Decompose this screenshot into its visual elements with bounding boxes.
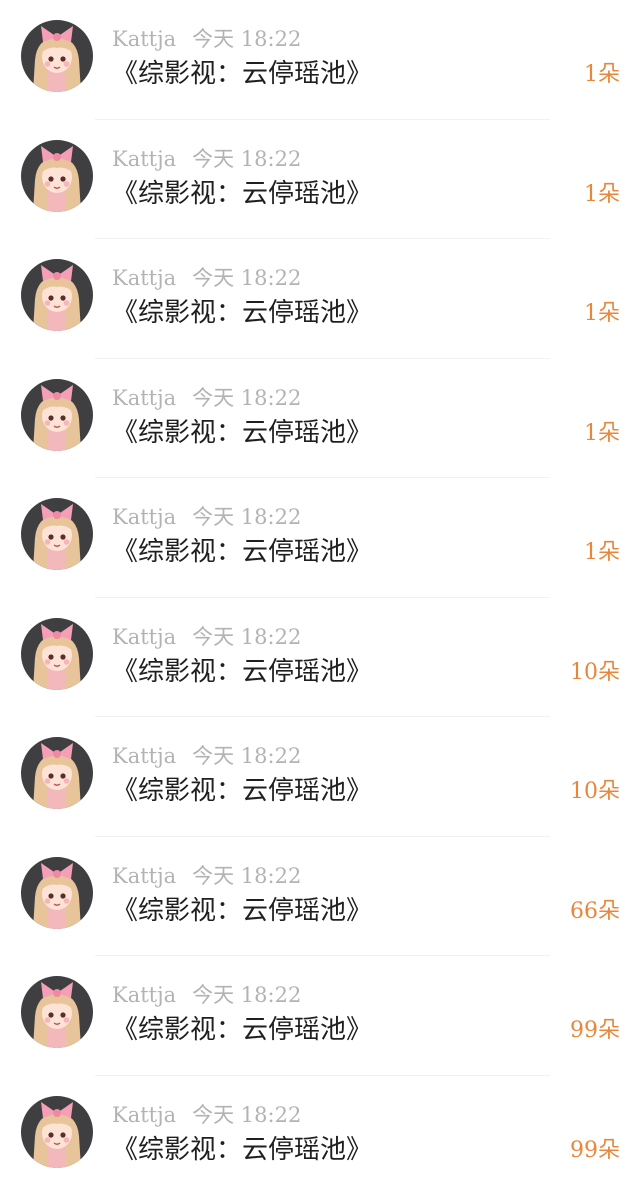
message-meta: Kattja 今天 18:22 [112,384,301,412]
list-item[interactable]: Kattja 今天 18:22 《综影视：云停瑶池》 99朵 [0,1076,640,1195]
message-meta: Kattja 今天 18:22 [112,145,301,173]
message-meta: Kattja 今天 18:22 [112,623,301,651]
timestamp: 今天 18:22 [192,505,301,529]
gift-amount: 1朵 [584,179,620,211]
book-title[interactable]: 《综影视：云停瑶池》 [112,892,372,930]
gift-amount: 99朵 [570,1135,620,1167]
username[interactable]: Kattja [112,266,176,290]
girl-with-pink-bow-avatar-icon [21,259,93,331]
gift-amount: 10朵 [570,776,620,808]
girl-with-pink-bow-avatar-icon [21,737,93,809]
message-meta: Kattja 今天 18:22 [112,503,301,531]
list-item[interactable]: Kattja 今天 18:22 《综影视：云停瑶池》 1朵 [0,120,640,240]
list-item[interactable]: Kattja 今天 18:22 《综影视：云停瑶池》 1朵 [0,359,640,479]
girl-with-pink-bow-avatar-icon [21,857,93,929]
gift-amount: 1朵 [584,537,620,569]
girl-with-pink-bow-avatar-icon [21,498,93,570]
list-item[interactable]: Kattja 今天 18:22 《综影视：云停瑶池》 1朵 [0,478,640,598]
timestamp: 今天 18:22 [192,266,301,290]
book-title[interactable]: 《综影视：云停瑶池》 [112,1131,372,1169]
username[interactable]: Kattja [112,147,176,171]
message-meta: Kattja 今天 18:22 [112,981,301,1009]
gift-amount: 1朵 [584,298,620,330]
username[interactable]: Kattja [112,983,176,1007]
avatar[interactable] [21,618,93,690]
username[interactable]: Kattja [112,744,176,768]
timestamp: 今天 18:22 [192,625,301,649]
girl-with-pink-bow-avatar-icon [21,976,93,1048]
message-meta: Kattja 今天 18:22 [112,742,301,770]
avatar[interactable] [21,379,93,451]
gift-record-list: Kattja今天 18:22 《综影视：云停瑶池》 1朵 Kat [0,0,640,1193]
list-item[interactable]: Kattja 今天 18:22 《综影视：云停瑶池》 10朵 [0,598,640,718]
message-meta: Kattja 今天 18:22 [112,862,301,890]
timestamp: 今天 18:22 [192,983,301,1007]
avatar[interactable] [21,857,93,929]
girl-with-pink-bow-avatar-icon [21,618,93,690]
book-title[interactable]: 《综影视：云停瑶池》 [112,533,372,571]
username[interactable]: Kattja [112,625,176,649]
list-item[interactable]: Kattja 今天 18:22 《综影视：云停瑶池》 66朵 [0,837,640,957]
timestamp: 今天 18:22 [192,864,301,888]
girl-with-pink-bow-avatar-icon [21,379,93,451]
avatar[interactable] [21,976,93,1048]
message-meta: Kattja 今天 18:22 [112,25,301,53]
book-title[interactable]: 《综影视：云停瑶池》 [112,653,372,691]
list-item[interactable]: Kattja 今天 18:22 《综影视：云停瑶池》 10朵 [0,717,640,837]
avatar[interactable] [21,737,93,809]
girl-with-pink-bow-avatar-icon [21,140,93,212]
book-title[interactable]: 《综影视：云停瑶池》 [112,414,372,452]
list-item[interactable]: Kattja 今天 18:22 《综影视：云停瑶池》 99朵 [0,956,640,1076]
username[interactable]: Kattja [112,864,176,888]
avatar[interactable] [21,498,93,570]
book-title[interactable]: 《综影视：云停瑶池》 [112,55,372,93]
avatar[interactable] [21,20,93,92]
gift-amount: 66朵 [570,896,620,928]
message-meta: Kattja 今天 18:22 [112,1101,301,1129]
girl-with-pink-bow-avatar-icon [21,20,93,92]
book-title[interactable]: 《综影视：云停瑶池》 [112,294,372,332]
gift-amount: 1朵 [584,418,620,450]
username[interactable]: Kattja [112,505,176,529]
book-title[interactable]: 《综影视：云停瑶池》 [112,1011,372,1049]
timestamp: 今天 18:22 [192,1103,301,1127]
username[interactable]: Kattja [112,27,176,51]
timestamp: 今天 18:22 [192,744,301,768]
gift-amount: 10朵 [570,657,620,689]
avatar[interactable] [21,1096,93,1168]
username[interactable]: Kattja [112,1103,176,1127]
username[interactable]: Kattja [112,386,176,410]
book-title[interactable]: 《综影视：云停瑶池》 [112,175,372,213]
timestamp: 今天 18:22 [192,27,301,51]
timestamp: 今天 18:22 [192,386,301,410]
girl-with-pink-bow-avatar-icon [21,1096,93,1168]
gift-amount: 1朵 [584,59,620,91]
avatar[interactable] [21,140,93,212]
message-meta: Kattja 今天 18:22 [112,264,301,292]
book-title[interactable]: 《综影视：云停瑶池》 [112,772,372,810]
avatar[interactable] [21,259,93,331]
gift-amount: 99朵 [570,1015,620,1047]
timestamp: 今天 18:22 [192,147,301,171]
list-item[interactable]: Kattja 今天 18:22 《综影视：云停瑶池》 1朵 [0,239,640,359]
list-item[interactable]: Kattja 今天 18:22 《综影视：云停瑶池》 1朵 [0,0,640,120]
